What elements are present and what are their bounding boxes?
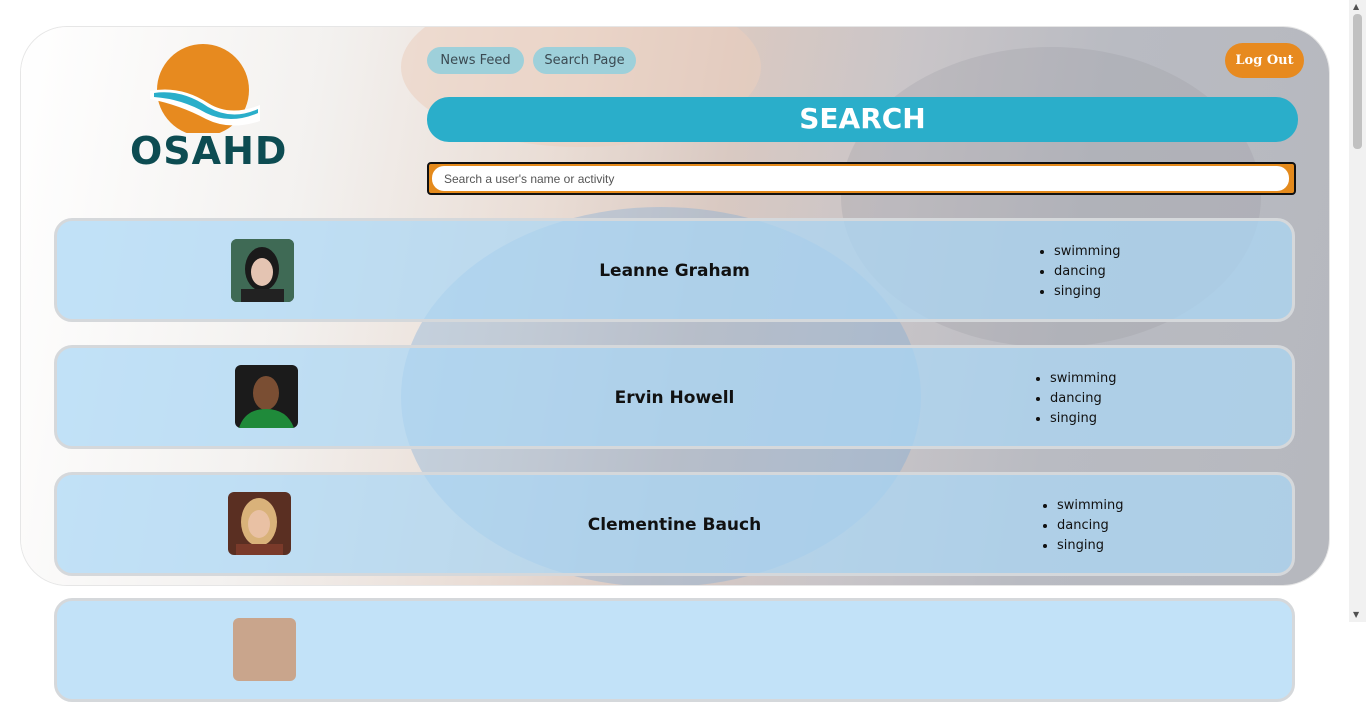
search-title: SEARCH xyxy=(427,97,1298,142)
search-page-button[interactable]: Search Page xyxy=(533,47,636,74)
activity-list: swimming dancing singing xyxy=(1037,496,1123,556)
user-card[interactable]: Leanne Graham swimming dancing singing xyxy=(54,218,1295,322)
user-card[interactable] xyxy=(54,598,1295,702)
search-input-frame xyxy=(427,162,1296,195)
activity-item: singing xyxy=(1057,536,1123,556)
activity-item: swimming xyxy=(1057,496,1123,516)
activity-item: dancing xyxy=(1054,262,1120,282)
news-feed-button[interactable]: News Feed xyxy=(427,47,524,74)
scrollbar-thumb[interactable] xyxy=(1353,14,1362,149)
activity-item: swimming xyxy=(1050,369,1116,389)
search-input[interactable] xyxy=(432,166,1289,191)
log-out-button[interactable]: Log Out xyxy=(1225,43,1304,78)
activity-item: dancing xyxy=(1050,389,1116,409)
user-card[interactable]: Clementine Bauch swimming dancing singin… xyxy=(54,472,1295,576)
activity-list: swimming dancing singing xyxy=(1030,369,1116,429)
logo-text: OSAHD xyxy=(130,129,288,173)
avatar xyxy=(233,618,296,681)
scroll-down-icon[interactable]: ▼ xyxy=(1353,611,1359,619)
scroll-up-icon[interactable]: ▲ xyxy=(1353,3,1359,11)
activity-item: dancing xyxy=(1057,516,1123,536)
sun-wave-icon xyxy=(150,44,260,136)
activity-item: singing xyxy=(1054,282,1120,302)
user-card[interactable]: Ervin Howell swimming dancing singing xyxy=(54,345,1295,449)
vertical-scrollbar[interactable]: ▲ ▼ xyxy=(1349,0,1366,622)
osahd-logo: OSAHD xyxy=(130,43,286,173)
activity-item: singing xyxy=(1050,409,1116,429)
activity-item: swimming xyxy=(1054,242,1120,262)
activity-list: swimming dancing singing xyxy=(1034,242,1120,302)
